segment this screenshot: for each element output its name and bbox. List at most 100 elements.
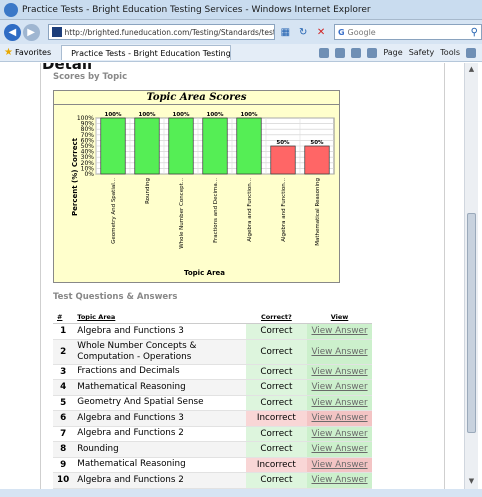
compat-view-icon[interactable]: ▦ [279, 25, 293, 39]
table-header-row: # Topic Area Correct? View [53, 311, 372, 324]
chart-x-tick-label: Whole Number Concept... [179, 178, 185, 249]
view-answer-link[interactable]: View Answer [311, 413, 367, 423]
chart-data-label: 50% [276, 140, 290, 146]
table-row: 7 Algebra and Functions 2 Correct View Answ… [53, 426, 372, 442]
table-row: 2 Whole Number Concepts & Computation - O… [53, 339, 372, 365]
header-view[interactable]: View [307, 311, 372, 324]
header-num: # [53, 311, 74, 324]
print-icon[interactable] [367, 47, 378, 58]
chart-bar [168, 117, 194, 175]
row-number: 1 [53, 323, 74, 340]
row-view-cell: View Answer [307, 339, 372, 365]
row-view-cell: View Answer [307, 472, 372, 489]
page-border-right [444, 63, 445, 489]
table-row: 8 Rounding Correct View Answer [53, 441, 372, 458]
table-row: 3 Fractions and Decimals Correct View Answe… [53, 364, 372, 380]
url-text: http://brighted.funeducation.com/Testing… [64, 27, 274, 37]
favorites-star-icon[interactable]: ★ [4, 47, 13, 58]
page-viewport: Detail Scores by Topic Topic Area Scores… [4, 63, 464, 489]
search-input[interactable]: G Google ⚲ [333, 24, 482, 40]
view-answer-link[interactable]: View Answer [311, 460, 367, 470]
view-answer-link[interactable]: View Answer [311, 475, 367, 485]
mail-icon[interactable] [351, 47, 362, 58]
chart-bar [202, 117, 228, 175]
row-topic: Algebra and Functions 3 [73, 410, 246, 427]
help-icon[interactable] [466, 47, 476, 58]
chart-y-tick-label: 100% [77, 115, 94, 122]
window-title: Practice Tests - Bright Education Testin… [22, 4, 371, 15]
search-icon[interactable]: ⚲ [471, 27, 478, 38]
page-border-left [40, 63, 41, 489]
row-view-cell: View Answer [307, 441, 372, 458]
chart-data-label: 50% [310, 140, 324, 146]
row-topic: Whole Number Concepts & Computation - Op… [73, 339, 246, 365]
favorites-button[interactable]: Favorites [15, 48, 51, 57]
google-icon: G [337, 27, 345, 37]
row-topic: Algebra and Functions 3 [73, 323, 246, 340]
url-field[interactable]: http://brighted.funeducation.com/Testing… [47, 24, 275, 40]
stop-button[interactable]: ✕ [314, 25, 328, 39]
view-answer-link[interactable]: View Answer [311, 367, 367, 377]
view-answer-link[interactable]: View Answer [311, 398, 367, 408]
row-number: 2 [53, 339, 74, 365]
command-bar: Page Safety Tools [319, 47, 482, 58]
favorites-bar: ★ Favorites Practice Tests - Bright Educ… [0, 44, 482, 62]
row-view-cell: View Answer [307, 395, 372, 411]
row-topic: Fractions and Decimals [73, 364, 246, 380]
status-bar [0, 489, 482, 497]
row-result: Correct [245, 441, 308, 458]
chart-x-tick-label: Mathematical Reasoning [315, 178, 321, 246]
chart-bar [304, 145, 330, 175]
chart-bar [134, 117, 160, 175]
questions-table: # Topic Area Correct? View 1 Algebra and … [53, 311, 372, 489]
row-topic: Rounding [73, 441, 246, 458]
row-number: 4 [53, 379, 74, 396]
table-row: 6 Algebra and Functions 3 Incorrect View An… [53, 410, 372, 427]
row-result: Correct [245, 323, 308, 340]
row-view-cell: View Answer [307, 323, 372, 340]
view-answer-link[interactable]: View Answer [311, 382, 367, 392]
row-topic: Algebra and Functions 2 [73, 472, 246, 489]
chart-bar [100, 117, 126, 175]
vertical-scrollbar[interactable]: ▲ ▼ [464, 63, 478, 489]
topic-scores-chart: Topic Area Scores Percent (%) Correct To… [53, 90, 340, 283]
scroll-up-icon[interactable]: ▲ [467, 65, 476, 74]
chart-data-label: 100% [241, 112, 258, 118]
forward-button[interactable]: ▶ [22, 23, 40, 41]
page-menu[interactable]: Page [383, 48, 402, 57]
chart-x-tick-label: Rounding [145, 178, 151, 204]
scroll-thumb[interactable] [467, 213, 476, 433]
row-number: 9 [53, 457, 74, 473]
header-correct[interactable]: Correct? [245, 311, 308, 324]
row-number: 6 [53, 410, 74, 427]
row-number: 8 [53, 441, 74, 458]
row-topic: Geometry And Spatial Sense [73, 395, 246, 411]
view-answer-link[interactable]: View Answer [311, 326, 367, 336]
chart-data-label: 100% [105, 112, 122, 118]
row-result: Correct [245, 379, 308, 396]
row-topic: Mathematical Reasoning [73, 379, 246, 396]
table-row: 9 Mathematical Reasoning Incorrect View Ans… [53, 457, 372, 473]
view-answer-link[interactable]: View Answer [311, 429, 367, 439]
safety-menu[interactable]: Safety [409, 48, 435, 57]
table-row: 4 Mathematical Reasoning Correct View Answe… [53, 379, 372, 396]
row-topic: Algebra and Functions 2 [73, 426, 246, 442]
header-topic[interactable]: Topic Area [73, 311, 246, 324]
scores-section-label: Scores by Topic [53, 72, 128, 82]
scroll-down-icon[interactable]: ▼ [467, 477, 476, 486]
feeds-icon[interactable] [335, 47, 346, 58]
tools-menu[interactable]: Tools [440, 48, 460, 57]
search-placeholder: Google [347, 27, 376, 37]
back-button[interactable]: ◀ [4, 23, 21, 41]
home-icon[interactable] [319, 47, 330, 58]
view-answer-link[interactable]: View Answer [311, 347, 367, 357]
row-topic: Mathematical Reasoning [73, 457, 246, 473]
browser-tab[interactable]: Practice Tests - Bright Education Testin… [61, 45, 232, 60]
row-number: 3 [53, 364, 74, 380]
refresh-button[interactable]: ↻ [296, 25, 310, 39]
view-answer-link[interactable]: View Answer [311, 444, 367, 454]
chart-x-tick-label: Algebra and Function... [281, 178, 287, 242]
row-result: Incorrect [245, 457, 308, 473]
window-titlebar: Practice Tests - Bright Education Testin… [0, 0, 482, 20]
chart-x-tick-label: Algebra and Function... [247, 178, 253, 242]
